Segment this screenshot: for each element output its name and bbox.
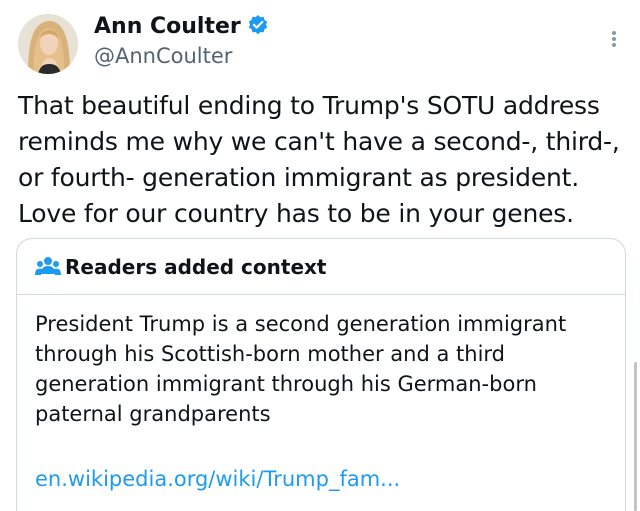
author-name-text[interactable]: Ann Coulter	[94, 14, 241, 39]
community-note-body: President Trump is a second generation i…	[35, 312, 567, 426]
community-note-header: Readers added context	[17, 239, 625, 295]
more-vertical-icon[interactable]	[604, 26, 624, 52]
scrollbar[interactable]	[634, 362, 637, 511]
people-icon	[35, 257, 61, 275]
author-name[interactable]: Ann Coulter	[94, 13, 269, 41]
community-note-link[interactable]: en.wikipedia.org/wiki/Trump_fam...	[35, 465, 400, 493]
tweet-text: That beautiful ending to Trump's SOTU ad…	[18, 91, 620, 228]
community-note: Readers added context President Trump is…	[16, 238, 626, 511]
verified-badge-icon	[248, 15, 267, 35]
community-note-title: Readers added context	[65, 255, 327, 279]
tweet: Ann Coulter @AnnCoulter That beautiful e…	[0, 0, 640, 511]
profile-photo	[18, 14, 78, 74]
avatar[interactable]	[18, 14, 78, 74]
author-handle[interactable]: @AnnCoulter	[94, 43, 232, 69]
